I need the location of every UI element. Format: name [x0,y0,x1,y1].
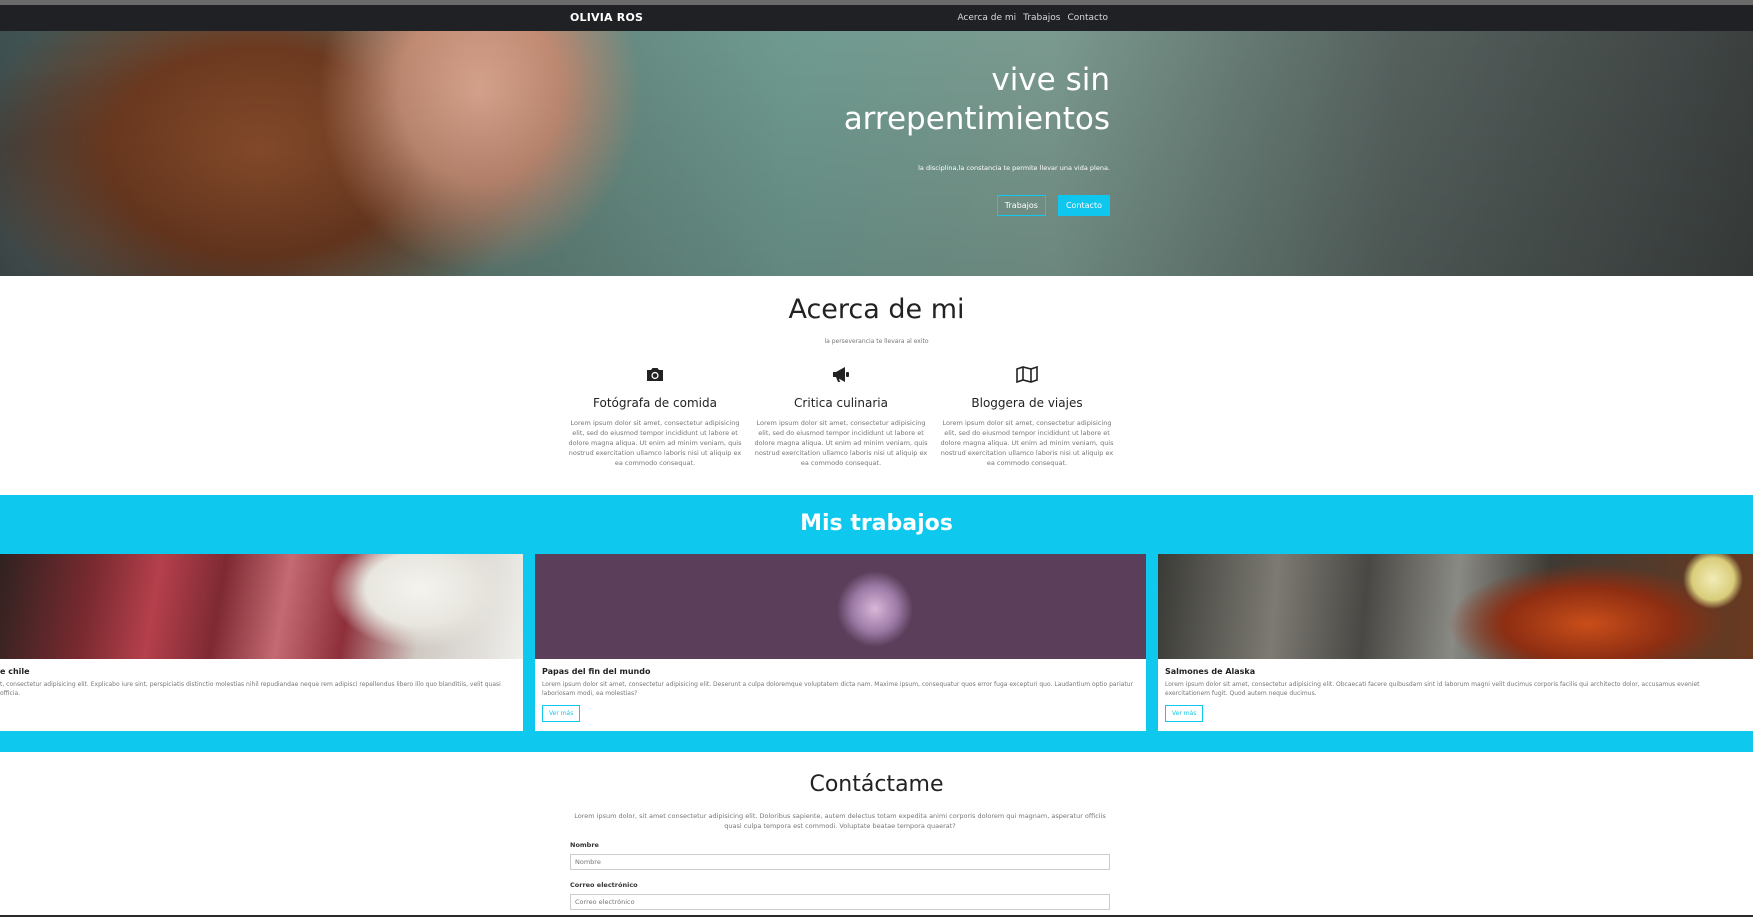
work-card-image [1158,554,1753,659]
work-card[interactable]: Papas del fin del mundo Lorem ipsum dolo… [535,554,1146,731]
feature-item: Bloggera de viajes Lorem ipsum dolor sit… [939,364,1115,468]
map-icon [939,364,1115,384]
contact-section: Contáctame Lorem ipsum dolor, sit amet c… [0,752,1753,917]
feature-title: Bloggera de viajes [971,396,1083,410]
email-label: Correo electrónico [570,881,638,889]
work-card-image [0,554,523,659]
contact-description: Lorem ipsum dolor, sit amet consectetur … [574,812,1106,830]
features-list: Fotógrafa de comida Lorem ipsum dolor si… [567,364,1115,468]
about-title: Acerca de mi [788,294,965,325]
feature-text: Lorem ipsum dolor sit amet, consectetur … [940,419,1114,467]
hero-subtitle: la disciplina,la constancia te permite l… [918,164,1110,172]
hero-contact-button[interactable]: Contacto [1057,195,1110,216]
about-section: Acerca de mi la perseverancia te llevara… [0,276,1753,495]
nav-link-about[interactable]: Acerca de mi [957,13,1016,23]
work-card-image [535,554,1146,659]
nav-link-works[interactable]: Trabajos [1023,13,1060,23]
work-card-title: Salmones de Alaska [1165,667,1256,676]
feature-item: Critica culinaria Lorem ipsum dolor sit … [753,364,929,468]
email-input[interactable] [570,894,1110,910]
hero-buttons: Trabajos Contacto [996,195,1110,216]
hero-works-button[interactable]: Trabajos [996,195,1046,216]
about-subtitle: la perseverancia te llevara al exito [824,338,929,345]
camera-icon [567,364,743,384]
navbar: OLIVIA ROS Acerca de mi Trabajos Contact… [0,5,1753,31]
work-card-text: t, consectetur adipisicing elit. Explica… [0,681,501,697]
works-title: Mis trabajos [800,511,953,536]
work-card-title: Papas del fin del mundo [542,667,651,676]
nav-link-contact[interactable]: Contacto [1067,13,1108,23]
feature-text: Lorem ipsum dolor sit amet, consectetur … [754,419,928,467]
works-section: Mis trabajos e chile t, consectetur adip… [0,495,1753,752]
work-card-title: e chile [0,667,30,676]
brand-logo[interactable]: OLIVIA ROS [570,11,643,24]
megaphone-icon [753,364,929,384]
hero-banner: vive sin arrepentimientos la disciplina,… [0,31,1753,276]
work-card[interactable]: e chile t, consectetur adipisicing elit.… [0,554,523,731]
contact-title: Contáctame [809,772,944,797]
name-input[interactable] [570,854,1110,870]
feature-text: Lorem ipsum dolor sit amet, consectetur … [568,419,742,467]
feature-title: Fotógrafa de comida [593,396,717,410]
nav-links: Acerca de mi Trabajos Contacto [957,13,1108,23]
feature-item: Fotógrafa de comida Lorem ipsum dolor si… [567,364,743,468]
work-card-more-button[interactable]: Ver más [542,705,581,722]
work-card-text: Lorem ipsum dolor sit amet, consectetur … [1165,681,1700,697]
work-card[interactable]: Salmones de Alaska Lorem ipsum dolor sit… [1158,554,1753,731]
feature-title: Critica culinaria [794,396,888,410]
name-label: Nombre [570,841,599,849]
hero-title: vive sin arrepentimientos [843,62,1110,137]
work-card-more-button[interactable]: Ver más [1165,705,1204,722]
work-card-text: Lorem ipsum dolor sit amet, consectetur … [542,681,1134,697]
